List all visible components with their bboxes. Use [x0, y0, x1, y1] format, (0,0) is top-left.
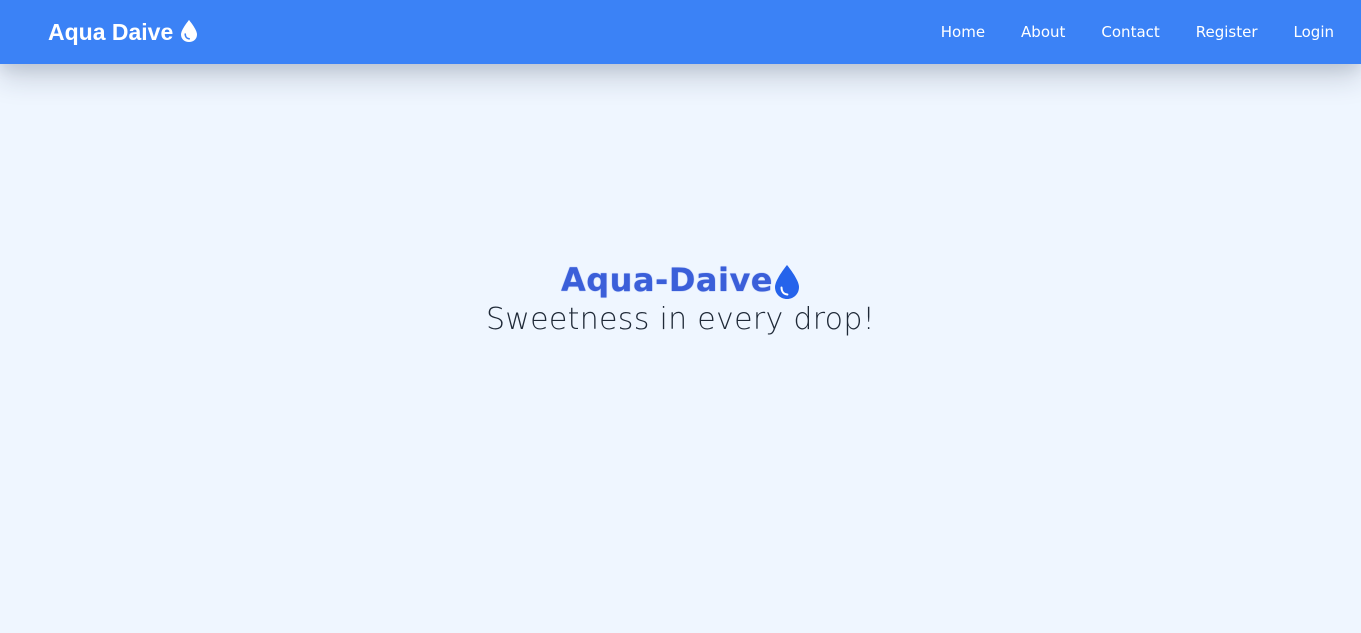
nav-link-home[interactable]: Home — [941, 23, 985, 41]
hero-tagline: Sweetness in every drop! — [485, 302, 876, 337]
navbar: Aqua Daive Home About Contact Register L… — [0, 0, 1361, 64]
water-drop-icon — [774, 264, 800, 300]
nav-links: Home About Contact Register Login — [941, 0, 1334, 64]
hero-title: Aqua-Daive — [0, 260, 1361, 300]
nav-link-contact[interactable]: Contact — [1101, 23, 1159, 41]
hero-section: Aqua-Daive Sweetness in every drop! — [0, 64, 1361, 633]
water-drop-icon — [180, 19, 198, 43]
nav-link-about[interactable]: About — [1021, 23, 1065, 41]
hero-title-text: Aqua-Daive — [560, 261, 773, 299]
brand-label: Aqua Daive — [48, 18, 174, 45]
nav-link-register[interactable]: Register — [1196, 23, 1258, 41]
brand-link[interactable]: Aqua Daive — [48, 0, 198, 64]
nav-link-login[interactable]: Login — [1294, 23, 1334, 41]
